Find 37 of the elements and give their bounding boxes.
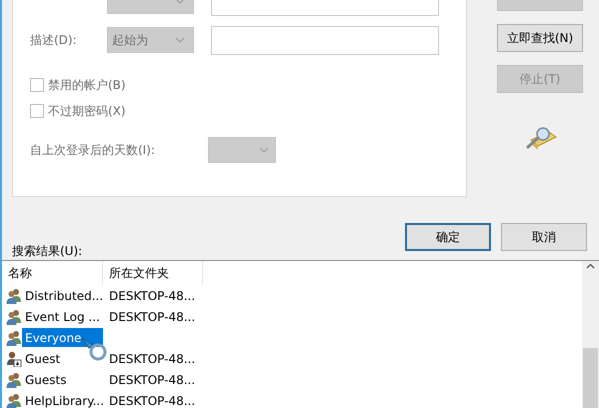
account-name[interactable]: Distributed... (24, 288, 104, 304)
days-dropdown[interactable] (208, 137, 276, 163)
selected-row-highlight[interactable]: Everyone (22, 328, 103, 347)
dialog-button[interactable]: 确定 (405, 223, 491, 251)
folder-cell-text: DESKTOP-48... (108, 352, 196, 366)
days-label: 自上次登录后的天数(I): (30, 142, 156, 158)
account-name[interactable]: HelpLibrary... (24, 392, 106, 408)
checkbox[interactable] (30, 78, 44, 92)
account-name[interactable]: Guest (24, 350, 62, 366)
chevron-down-icon (259, 147, 269, 153)
user-arrow-icon (6, 350, 22, 366)
field-label: 描述(D): (30, 32, 77, 46)
folder-cell-text: DESKTOP-48... (108, 394, 196, 408)
column-header[interactable]: 名称 (2, 261, 103, 285)
side-button[interactable]: 立即查找(N) (497, 24, 583, 52)
column-header[interactable]: 所在文件夹 (103, 261, 203, 285)
user-group-icon (6, 330, 22, 346)
checkbox-label: 禁用的帐户(B) (48, 76, 126, 94)
scrollbar-thumb[interactable] (583, 348, 598, 408)
account-name[interactable]: Event Log ... (24, 308, 101, 324)
results-label: 搜索结果(U): (12, 244, 84, 258)
chevron-down-icon (175, 37, 185, 43)
checkbox-label: 不过期密码(X) (48, 102, 126, 120)
scrollbar[interactable] (582, 261, 599, 408)
dialog-button[interactable]: 取消 (501, 223, 587, 251)
scroll-up-icon[interactable] (586, 263, 595, 269)
user-group-icon (6, 288, 22, 304)
checkbox[interactable] (30, 104, 44, 118)
folder-cell-text: DESKTOP-48... (108, 310, 196, 324)
folder-cell-text: DESKTOP-48... (108, 372, 196, 386)
user-group-icon (6, 392, 22, 408)
user-group-icon (6, 308, 22, 324)
user-group-icon (6, 372, 22, 388)
account-name[interactable]: Guests (24, 372, 68, 388)
text-field[interactable] (211, 26, 439, 54)
folder-cell-text: DESKTOP-48... (108, 288, 196, 302)
account-name: Everyone (24, 330, 82, 346)
